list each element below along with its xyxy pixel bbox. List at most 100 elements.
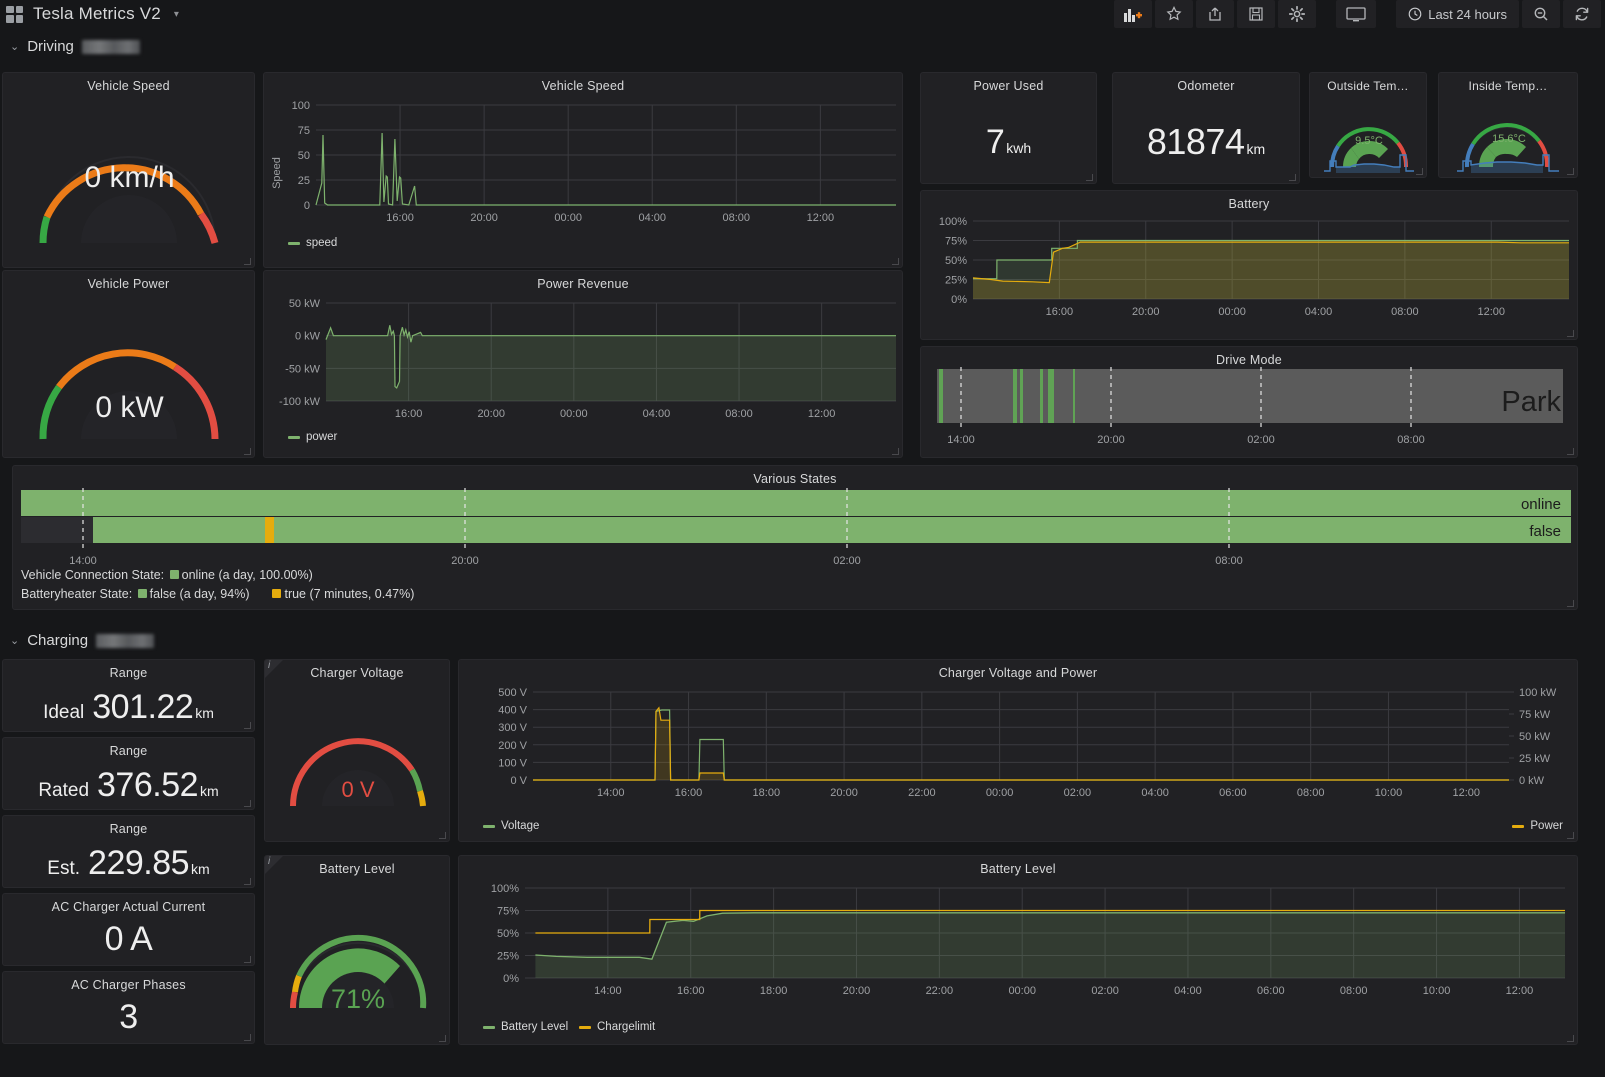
legend-item-power[interactable]: Power (1512, 820, 1563, 832)
panel-outside-temp[interactable]: Outside Tem… 9.5°C (1309, 72, 1427, 178)
panel-odometer[interactable]: Odometer 81874 km (1112, 72, 1300, 184)
zoom-out-icon[interactable] (1522, 0, 1560, 28)
resize-handle[interactable] (1289, 174, 1296, 181)
svg-text:100%: 100% (491, 883, 519, 895)
resize-handle[interactable] (439, 832, 446, 839)
panel-vehicle-speed-gauge[interactable]: Vehicle Speed 0 km/h (2, 72, 255, 268)
panel-range-est[interactable]: Range Est. 229.85 km (2, 815, 255, 888)
dashboards-grid-icon[interactable] (6, 5, 23, 23)
panel-battery-chart[interactable]: Battery 0% 25% 50% 75% 100% 16:00 20:00 00:00 0… (920, 190, 1578, 340)
panel-inside-temp[interactable]: Inside Temp… 15.6°C (1438, 72, 1578, 178)
legend-swatch (137, 589, 147, 598)
stat-value: 0 A (104, 920, 153, 958)
legend-swatch (1512, 824, 1525, 828)
tv-mode-icon[interactable] (1336, 0, 1377, 28)
gauge-value: 0 V (341, 777, 375, 802)
state-label-online: online (1521, 496, 1561, 513)
svg-text:14:00: 14:00 (594, 985, 622, 997)
resize-handle[interactable] (439, 1035, 446, 1042)
info-icon[interactable]: i (268, 856, 270, 867)
resize-handle[interactable] (244, 800, 251, 807)
page-title[interactable]: Tesla Metrics V2 (33, 4, 161, 24)
panel-vehicle-speed-chart[interactable]: Vehicle Speed 0 25 50 75 100 16:00 20:00 00:00… (263, 72, 903, 268)
panel-power-used[interactable]: Power Used 7 kwh (920, 72, 1097, 184)
various-states-timeline: online false 14:00 20:00 02:00 08:00 (21, 488, 1571, 567)
stat-value: 376.52 (97, 766, 199, 804)
refresh-icon[interactable] (1563, 0, 1601, 28)
svg-text:10:00: 10:00 (1423, 985, 1451, 997)
legend-swatch (483, 824, 495, 828)
resize-handle[interactable] (1567, 448, 1574, 455)
legend-row-batteryheater: Batteryheater State: false (a day, 94%) … (21, 585, 414, 604)
legend-item-power[interactable]: power (288, 431, 337, 443)
add-panel-icon[interactable] (1114, 0, 1153, 28)
legend-item-voltage[interactable]: Voltage (483, 820, 539, 832)
resize-handle[interactable] (892, 258, 899, 265)
save-icon[interactable] (1237, 0, 1276, 28)
power-revenue-plot: -100 kW -50 kW 0 kW 50 kW 16:00 20:00 00:00 04… (279, 298, 896, 420)
svg-text:02:00: 02:00 (1064, 787, 1092, 799)
svg-text:16:00: 16:00 (386, 212, 414, 224)
svg-text:04:00: 04:00 (643, 408, 671, 420)
legend-label: Power (1530, 820, 1563, 832)
panel-vehicle-power-gauge[interactable]: Vehicle Power 0 kW (2, 270, 255, 458)
legend-swatch (288, 435, 300, 439)
svg-text:08:00: 08:00 (723, 212, 751, 224)
panel-ac-charger-phases[interactable]: AC Charger Phases 3 (2, 971, 255, 1044)
panel-drive-mode[interactable]: Drive Mode Park 14:00 20:00 02:00 08:00 (920, 346, 1578, 458)
svg-text:08:00: 08:00 (725, 408, 753, 420)
row-header-charging[interactable]: ⌄ Charging (0, 626, 155, 654)
panel-battery-level-gauge[interactable]: i Battery Level 71% (264, 855, 450, 1045)
resize-handle[interactable] (1086, 174, 1093, 181)
stat-range-ideal: Ideal 301.22 km (3, 688, 254, 727)
panel-charger-voltage-power-chart[interactable]: Charger Voltage and Power 0 V 100 V 200 V 3… (458, 659, 1578, 842)
resize-handle[interactable] (244, 1034, 251, 1041)
chevron-down-icon[interactable]: ▾ (174, 9, 179, 20)
panel-title: Vehicle Power (87, 277, 170, 291)
svg-text:16:00: 16:00 (677, 985, 705, 997)
resize-handle[interactable] (244, 258, 251, 265)
panel-various-states[interactable]: Various States online false 14:00 20:00 02… (12, 465, 1578, 610)
svg-text:0%: 0% (503, 973, 519, 985)
panel-range-rated[interactable]: Range Rated 376.52 km (2, 737, 255, 810)
resize-handle[interactable] (1567, 832, 1574, 839)
panel-range-ideal[interactable]: Range Ideal 301.22 km (2, 659, 255, 732)
panel-power-revenue-chart[interactable]: Power Revenue -100 kW -50 kW 0 kW 50 kW 16:… (263, 270, 903, 458)
star-icon[interactable] (1155, 0, 1194, 28)
time-range-picker[interactable]: Last 24 hours (1396, 0, 1519, 28)
svg-text:16:00: 16:00 (675, 787, 703, 799)
stat-unit: km (191, 861, 210, 877)
x-axis-ticks: 16:00 20:00 00:00 04:00 08:00 12:00 (386, 105, 834, 224)
resize-handle[interactable] (892, 448, 899, 455)
resize-handle[interactable] (1567, 168, 1574, 175)
resize-handle[interactable] (244, 722, 251, 729)
legend-item-battery-level[interactable]: Battery Level (483, 1021, 568, 1033)
legend-item-speed[interactable]: speed (288, 237, 337, 249)
info-icon[interactable]: i (268, 660, 270, 671)
x-axis-ticks: 14:00 20:00 02:00 08:00 (947, 434, 1425, 446)
panel-title: Range (109, 744, 148, 758)
share-icon[interactable] (1196, 0, 1235, 28)
svg-text:20:00: 20:00 (830, 787, 858, 799)
legend-label: Chargelimit (597, 1021, 656, 1033)
svg-text:02:00: 02:00 (1091, 985, 1119, 997)
panel-battery-level-chart[interactable]: Battery Level 0% 25% 50% 75% 100% 14:00 16:00… (458, 855, 1578, 1045)
resize-handle[interactable] (244, 956, 251, 963)
resize-handle[interactable] (244, 878, 251, 885)
panel-ac-charger-current[interactable]: AC Charger Actual Current 0 A (2, 893, 255, 966)
chevron-down-icon[interactable]: ⌄ (10, 634, 19, 647)
resize-handle[interactable] (1567, 600, 1574, 607)
svg-text:500 V: 500 V (498, 687, 527, 699)
svg-text:12:00: 12:00 (808, 408, 836, 420)
row-header-driving[interactable]: ⌄ Driving (0, 32, 1605, 60)
gear-icon[interactable] (1278, 0, 1317, 28)
panel-charger-voltage-gauge[interactable]: i Charger Voltage 0 V (264, 659, 450, 842)
battery-plot: 0% 25% 50% 75% 100% 16:00 20:00 00:00 04:00 08:0… (939, 216, 1569, 318)
svg-text:10:00: 10:00 (1375, 787, 1403, 799)
resize-handle[interactable] (1567, 1035, 1574, 1042)
chevron-down-icon[interactable]: ⌄ (10, 40, 19, 53)
resize-handle[interactable] (1416, 168, 1423, 175)
resize-handle[interactable] (1567, 330, 1574, 337)
legend-item-chargelimit[interactable]: Chargelimit (579, 1021, 655, 1033)
resize-handle[interactable] (244, 448, 251, 455)
